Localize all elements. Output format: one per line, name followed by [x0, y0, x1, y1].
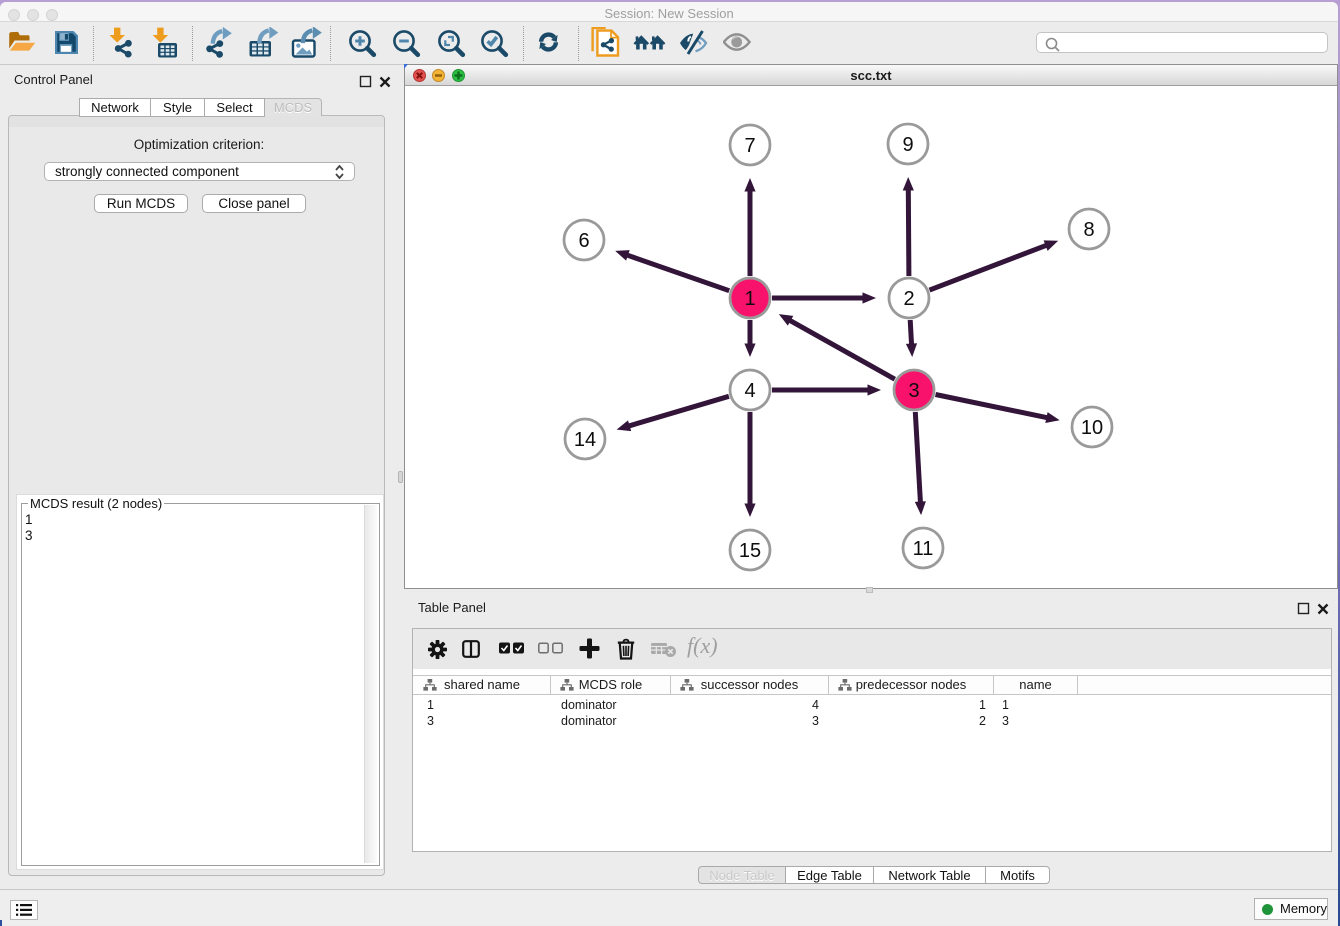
svg-text:2: 2 — [903, 288, 914, 310]
svg-text:4: 4 — [744, 380, 755, 402]
svg-text:9: 9 — [902, 134, 913, 156]
svg-text:6: 6 — [578, 230, 589, 252]
svg-text:8: 8 — [1083, 219, 1094, 241]
svg-text:15: 15 — [739, 540, 761, 562]
svg-text:3: 3 — [908, 380, 919, 402]
svg-text:11: 11 — [913, 538, 934, 560]
svg-text:14: 14 — [574, 429, 596, 451]
svg-text:7: 7 — [744, 135, 755, 157]
svg-text:1: 1 — [744, 288, 755, 310]
svg-text:10: 10 — [1081, 417, 1103, 439]
